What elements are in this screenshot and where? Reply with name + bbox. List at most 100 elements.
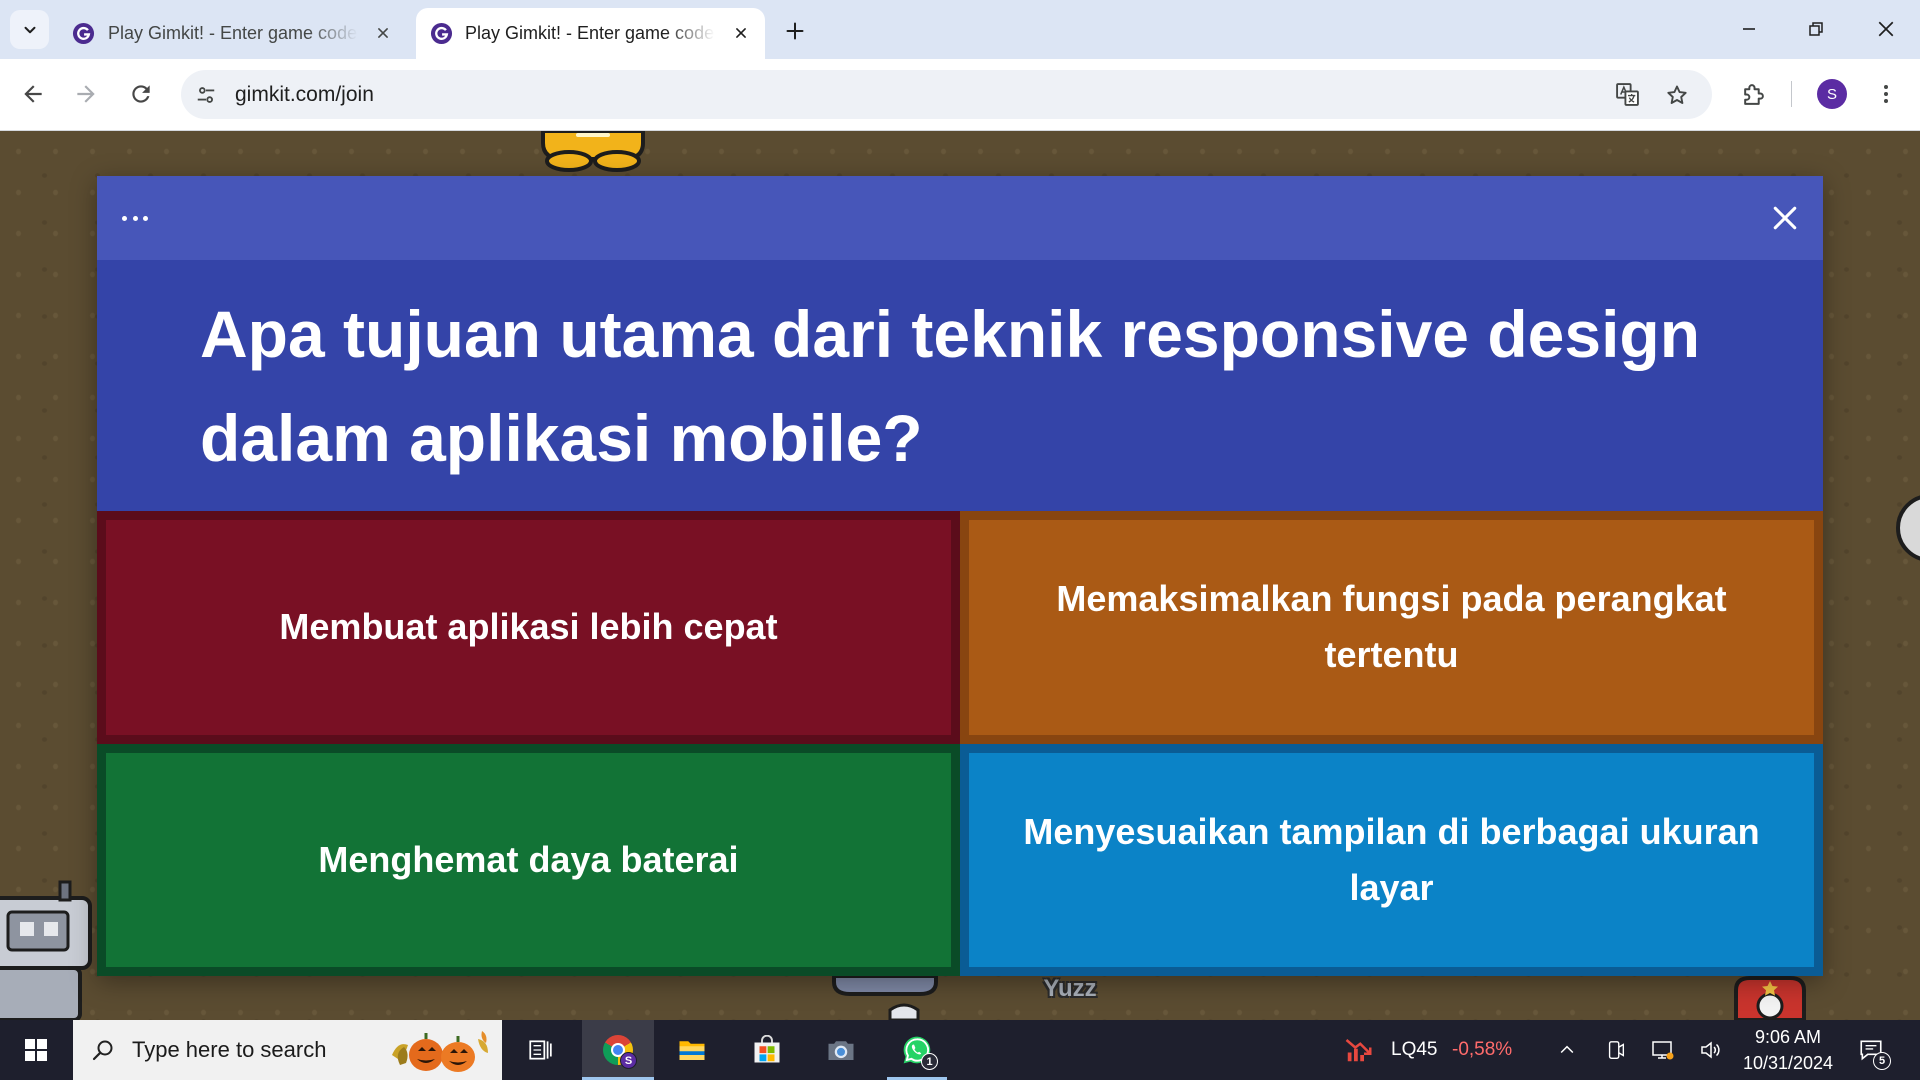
clock-date: 10/31/2024 (1742, 1053, 1834, 1073)
tab-close-button[interactable] (730, 22, 752, 44)
back-arrow-icon (24, 85, 42, 103)
search-icon (92, 1040, 113, 1061)
answer-text: Menghemat daya baterai (318, 838, 739, 880)
gimkit-icon (430, 22, 453, 45)
whatsapp-button[interactable]: 1 (887, 1020, 947, 1080)
file-explorer-icon (679, 1041, 705, 1060)
taskbar-search-box[interactable]: Type here to search (73, 1020, 502, 1080)
red-player-sprite (1734, 976, 1806, 1020)
restore-icon (1809, 22, 1823, 36)
stock-change[interactable]: -0,58% (1452, 1020, 1512, 1080)
notification-center-button[interactable]: 5 (1847, 1020, 1895, 1080)
browser-toolbar: gimkit.com/join S (0, 59, 1920, 131)
site-info-button[interactable] (189, 78, 222, 111)
forward-arrow-icon (77, 85, 95, 103)
gray-player-sprite (832, 976, 938, 1020)
modal-header (97, 176, 1823, 260)
tab-title: Play Gimkit! - Enter game code (108, 23, 358, 43)
close-icon (1878, 21, 1894, 37)
gimkit-icon (72, 22, 95, 45)
question-text: Apa tujuan utama dari teknik responsive … (200, 296, 1701, 475)
task-view-icon (529, 1040, 552, 1060)
offscreen-player-sprite (1896, 495, 1920, 561)
modal-close-button[interactable] (1769, 202, 1801, 234)
chevron-up-icon (1560, 1045, 1574, 1054)
extensions-button[interactable] (1733, 74, 1773, 114)
browser-menu-button[interactable] (1866, 74, 1906, 114)
answer-option-2[interactable]: Memaksimalkan fungsi pada perangkat tert… (960, 511, 1823, 744)
toolbar-divider (1791, 81, 1792, 107)
network-icon (1652, 1041, 1674, 1060)
bookmark-star-button[interactable] (1658, 76, 1695, 113)
camera-button[interactable] (817, 1020, 865, 1080)
window-close-button[interactable] (1866, 9, 1906, 49)
star-icon (1666, 85, 1687, 104)
puzzle-icon (1743, 83, 1764, 105)
answer-text: Menyesuaikan tampilan di berbagai ukuran… (1023, 810, 1760, 908)
network-button[interactable] (1639, 1020, 1687, 1080)
answer-option-3[interactable]: Menghemat daya baterai (97, 743, 960, 976)
tab-1[interactable]: Play Gimkit! - Enter game code (59, 8, 404, 59)
chevron-down-icon (24, 26, 35, 33)
close-icon (378, 28, 388, 38)
back-button[interactable] (13, 74, 53, 114)
clock-time: 9:06 AM (1754, 1027, 1822, 1047)
meet-now-button[interactable] (1592, 1020, 1640, 1080)
windows-taskbar: Type here to search S 1 LQ45 -0,58% 9:06… (0, 1020, 1920, 1080)
speaker-icon (1701, 1041, 1720, 1059)
yellow-player-sprite (541, 131, 645, 172)
chrome-profile-badge: S (620, 1052, 637, 1069)
profile-avatar[interactable]: S (1817, 79, 1847, 109)
plus-icon (786, 22, 804, 40)
tab-strip: Play Gimkit! - Enter game code Play Gimk… (0, 0, 1920, 59)
close-icon (1773, 206, 1797, 230)
forward-button[interactable] (66, 74, 106, 114)
answer-text: Memaksimalkan fungsi pada perangkat tert… (1056, 578, 1727, 676)
whatsapp-unread-badge: 1 (921, 1053, 938, 1070)
notification-count-badge: 5 (1873, 1052, 1891, 1070)
file-explorer-button[interactable] (668, 1020, 716, 1080)
tab-title: Play Gimkit! - Enter game code (465, 23, 715, 43)
windows-logo-icon (25, 1039, 47, 1061)
stock-widget-icon-button[interactable] (1335, 1020, 1383, 1080)
halloween-pumpkins-icon (392, 1031, 488, 1072)
camera-icon (828, 1041, 854, 1060)
system-clock[interactable]: 9:06 AM 10/31/2024 (1738, 1020, 1838, 1080)
microsoft-store-icon (754, 1035, 780, 1063)
answer-option-4[interactable]: Menyesuaikan tampilan di berbagai ukuran… (960, 743, 1823, 976)
question-modal: Apa tujuan utama dari teknik responsive … (97, 176, 1823, 976)
url-text[interactable]: gimkit.com/join (235, 70, 374, 119)
reload-button[interactable] (121, 74, 161, 114)
volume-button[interactable] (1687, 1020, 1735, 1080)
new-tab-button[interactable] (781, 17, 809, 45)
address-bar[interactable]: gimkit.com/join (181, 70, 1712, 119)
player-name-label: Yuzz (1043, 975, 1097, 1002)
task-view-button[interactable] (516, 1020, 564, 1080)
close-icon (736, 28, 746, 38)
answer-option-1[interactable]: Membuat aplikasi lebih cepat (97, 511, 960, 744)
microsoft-store-button[interactable] (743, 1020, 791, 1080)
minimize-icon (1743, 28, 1755, 30)
more-options-icon[interactable] (122, 208, 148, 228)
more-vertical-icon (1884, 85, 1888, 103)
meet-now-icon (1608, 1041, 1625, 1059)
tab-2-active[interactable]: Play Gimkit! - Enter game code (416, 8, 765, 59)
tune-icon (197, 86, 214, 103)
answer-grid: Membuat aplikasi lebih cepat Memaksimalk… (97, 511, 1823, 976)
tab-close-button[interactable] (372, 22, 394, 44)
translate-icon (1616, 83, 1639, 106)
question-panel: Apa tujuan utama dari teknik responsive … (97, 260, 1823, 511)
show-hidden-icons-button[interactable] (1543, 1020, 1591, 1080)
stock-down-icon (1345, 1039, 1372, 1062)
robot-sprite (0, 880, 92, 1020)
start-button[interactable] (12, 1020, 60, 1080)
stock-symbol[interactable]: LQ45 (1391, 1020, 1437, 1080)
reload-icon (132, 85, 150, 103)
answer-text: Membuat aplikasi lebih cepat (279, 606, 778, 648)
minimize-button[interactable] (1729, 9, 1769, 49)
restore-button[interactable] (1796, 9, 1836, 49)
tab-search-button[interactable] (10, 10, 49, 49)
translate-button[interactable] (1609, 76, 1646, 113)
search-placeholder: Type here to search (132, 1037, 327, 1062)
chrome-taskbar-button[interactable]: S (582, 1020, 654, 1080)
